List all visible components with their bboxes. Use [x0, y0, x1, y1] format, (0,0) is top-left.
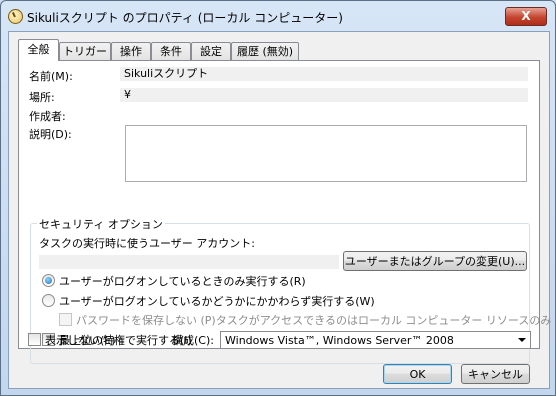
radio-logged-on-only-label[interactable]: ユーザーがログオンしているときのみ実行する(R) — [59, 273, 306, 289]
account-label: タスクの実行時に使うユーザー アカウント: — [39, 237, 255, 250]
general-tab-panel: 名前(M): Sikuliスクリプト 場所: ¥ 作成者: 説明(D): セキュ… — [18, 60, 551, 364]
configure-value: Windows Vista™, Windows Server™ 2008 — [225, 334, 454, 347]
configure-label: 構成(C): — [172, 334, 214, 347]
name-field[interactable]: Sikuliスクリプト — [120, 67, 528, 81]
tab-settings[interactable]: 設定 — [191, 42, 231, 60]
chevron-down-icon[interactable] — [518, 338, 526, 342]
location-field: ¥ — [120, 88, 528, 102]
tab-triggers-label: トリガー — [63, 45, 107, 58]
radio-whether-logged-on-label[interactable]: ユーザーがログオンしているかどうかにかかわらず実行する(W) — [59, 293, 375, 309]
author-label: 作成者: — [29, 110, 66, 123]
no-store-password-label: パスワードを保存しない (P)タスクがアクセスできるのはローカル コンピューター… — [76, 314, 552, 327]
author-field — [120, 107, 528, 121]
account-field — [39, 255, 339, 269]
radio-logged-on-only[interactable] — [42, 274, 55, 287]
tab-settings-label: 設定 — [200, 45, 222, 58]
ok-button[interactable]: OK — [383, 364, 452, 384]
tab-history-label: 履歴 (無効) — [236, 45, 294, 58]
cancel-button[interactable]: キャンセル — [461, 364, 530, 384]
dialog-client-area: 全般 トリガー 操作 条件 設定 履歴 (無効) 名前(M): Sikuliスク… — [8, 31, 551, 389]
tab-conditions[interactable]: 条件 — [151, 42, 191, 60]
task-scheduler-clock-icon — [8, 9, 23, 24]
name-label: 名前(M): — [29, 70, 73, 83]
tab-general-label: 全般 — [27, 43, 50, 56]
hidden-checkbox[interactable] — [28, 333, 41, 346]
close-button[interactable]: X — [505, 7, 547, 26]
tab-triggers[interactable]: トリガー — [59, 42, 111, 60]
properties-window: Sikuliスクリプト のプロパティ (ローカル コンピューター) X 全般 ト… — [0, 0, 556, 396]
location-label: 場所: — [29, 91, 55, 104]
tab-conditions-label: 条件 — [160, 45, 182, 58]
hidden-label[interactable]: 表示しない(E) — [45, 332, 116, 348]
radio-whether-logged-on[interactable] — [42, 294, 55, 307]
window-title: Sikuliスクリプト のプロパティ (ローカル コンピューター) — [27, 11, 343, 25]
no-store-password-checkbox[interactable] — [59, 313, 72, 326]
tab-history[interactable]: 履歴 (無効) — [231, 42, 299, 60]
description-textarea[interactable] — [125, 125, 527, 182]
close-icon: X — [521, 9, 531, 23]
tab-actions[interactable]: 操作 — [111, 42, 151, 60]
title-bar[interactable]: Sikuliスクリプト のプロパティ (ローカル コンピューター) X — [1, 1, 555, 31]
tab-general[interactable]: 全般 — [18, 39, 59, 61]
configure-select[interactable]: Windows Vista™, Windows Server™ 2008 — [220, 331, 531, 349]
description-label: 説明(D): — [29, 128, 72, 141]
change-user-button[interactable]: ユーザーまたはグループの変更(U)... — [343, 251, 527, 271]
tab-actions-label: 操作 — [120, 45, 142, 58]
security-options-title: セキュリティ オプション — [37, 216, 165, 232]
